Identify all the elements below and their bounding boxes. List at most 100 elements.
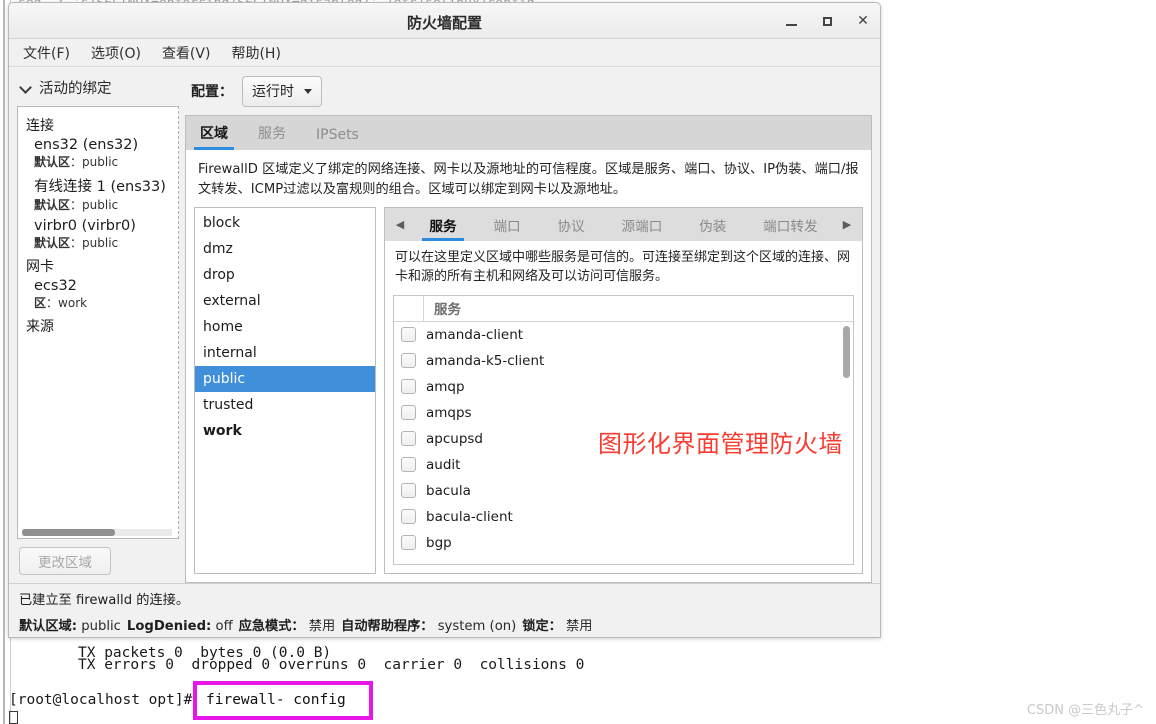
status-lockdown: 锁定： 禁用 <box>522 619 593 634</box>
zone-row-public[interactable]: public <box>195 366 375 393</box>
configuration-panel: 配置： 运行时 区域 服务 IPSets FirewallD 区域定义了绑定的网… <box>185 67 880 583</box>
connection-item[interactable]: 有线连接 1 (ens33) 默认区：public <box>34 175 174 213</box>
interface-zone-value: work <box>58 296 88 310</box>
maximize-icon[interactable] <box>818 12 836 30</box>
services-table-header: 服务 <box>394 295 853 322</box>
service-checkbox[interactable] <box>401 379 416 395</box>
inner-tab-masquerading[interactable]: 伪装 <box>696 215 729 241</box>
zone-row-home[interactable]: home <box>195 314 375 340</box>
group-label-connections: 连接 <box>26 118 54 134</box>
interface-name: ecs32 <box>34 278 77 294</box>
table-row[interactable]: amqps <box>394 400 853 426</box>
zone-panes: block dmz drop external home internal pu… <box>186 207 871 582</box>
connection-zone-label: 默认区 <box>34 236 71 250</box>
status-fields: 默认区域: public LogDenied: off 应急模式： 禁用 自动帮… <box>19 615 870 634</box>
watermark: CSDN @三色丸子^ <box>1026 703 1144 718</box>
status-panic-mode: 应急模式： 禁用 <box>238 619 336 634</box>
inner-tab-protocols[interactable]: 协议 <box>554 215 587 241</box>
tab-zones[interactable]: 区域 <box>194 123 234 150</box>
status-default-zone: 默认区域: public <box>19 619 121 634</box>
terminal-line-tx-errors: TX errors 0 dropped 0 overruns 0 carrier… <box>78 657 585 673</box>
connection-status: 已建立至 firewalld 的连接。 <box>19 593 190 608</box>
service-checkbox[interactable] <box>401 405 416 421</box>
terminal-left-border <box>3 0 5 724</box>
group-label-sources: 来源 <box>26 319 54 335</box>
zone-row-drop[interactable]: drop <box>195 262 375 288</box>
service-checkbox[interactable] <box>401 483 416 499</box>
inner-tab-source-ports[interactable]: 源端口 <box>619 215 666 241</box>
group-label-interfaces: 网卡 <box>26 259 54 275</box>
menu-view[interactable]: 查看(V) <box>160 41 213 65</box>
interface-zone-label: 区 <box>34 296 47 310</box>
table-row[interactable]: bacula-client <box>394 504 853 530</box>
service-checkbox[interactable] <box>401 327 416 343</box>
close-icon[interactable]: ✕ <box>854 12 872 30</box>
service-checkbox[interactable] <box>401 535 416 551</box>
inner-tab-services[interactable]: 服务 <box>422 215 464 242</box>
service-checkbox[interactable] <box>401 353 416 369</box>
connection-item[interactable]: virbr0 (virbr0) 默认区：public <box>34 218 174 251</box>
chevron-down-icon <box>21 82 32 93</box>
window-controls: ✕ <box>782 3 872 39</box>
zone-row-internal[interactable]: internal <box>195 340 375 366</box>
table-row[interactable]: bacula <box>394 478 853 504</box>
connection-name: 有线连接 1 (ens33) <box>34 179 166 195</box>
menu-help[interactable]: 帮助(H) <box>229 41 282 65</box>
service-name: apcupsd <box>426 430 483 447</box>
zone-row-block[interactable]: block <box>195 210 375 236</box>
active-bindings-panel: 活动的绑定 连接 ens32 (ens32) 默认区：public 有线连接 1… <box>9 67 185 583</box>
table-row[interactable]: amanda-k5-client <box>394 348 853 374</box>
status-bar: 已建立至 firewalld 的连接。 默认区域: public LogDeni… <box>9 583 880 637</box>
zone-row-trusted[interactable]: trusted <box>195 392 375 418</box>
zone-row-work[interactable]: work <box>195 418 375 444</box>
tab-scroll-right-icon[interactable]: ▶ <box>836 208 858 241</box>
connection-zone-value: public <box>82 236 119 250</box>
connection-name: ens32 (ens32) <box>34 137 139 153</box>
bindings-list[interactable]: 连接 ens32 (ens32) 默认区：public 有线连接 1 (ens3… <box>17 106 179 539</box>
interface-item[interactable]: ecs32 区：work <box>34 278 174 311</box>
menu-file[interactable]: 文件(F) <box>21 41 72 65</box>
service-checkbox[interactable] <box>401 509 416 525</box>
zone-row-dmz[interactable]: dmz <box>195 236 375 262</box>
change-zone-button[interactable]: 更改区域 <box>19 547 111 575</box>
service-checkbox[interactable] <box>401 457 416 473</box>
active-bindings-header[interactable]: 活动的绑定 <box>17 73 179 106</box>
minimize-icon[interactable] <box>782 12 800 30</box>
connection-zone-label: 默认区 <box>34 155 71 169</box>
chevron-down-icon <box>304 88 312 94</box>
tab-scroll-left-icon[interactable]: ◀ <box>389 208 411 241</box>
connection-item[interactable]: ens32 (ens32) 默认区：public <box>34 137 174 170</box>
configuration-select[interactable]: 运行时 <box>242 75 322 107</box>
interface-zone: 区：work <box>34 296 88 310</box>
connection-zone-value: public <box>82 198 119 212</box>
table-row[interactable]: bgp <box>394 530 853 556</box>
table-row[interactable]: amanda-client <box>394 322 853 348</box>
annotation-text: 图形化界面管理防火墙 <box>598 429 843 458</box>
window-body: 活动的绑定 连接 ens32 (ens32) 默认区：public 有线连接 1… <box>9 67 880 583</box>
connection-zone: 默认区：public <box>34 198 119 212</box>
inner-tab-port-forwarding[interactable]: 端口转发 <box>760 215 820 241</box>
firewall-config-window: 防火墙配置 ✕ 文件(F) 选项(O) 查看(V) 帮助(H) 活动的绑定 连接 <box>8 2 881 638</box>
zone-list[interactable]: block dmz drop external home internal pu… <box>194 207 376 574</box>
tab-ipsets[interactable]: IPSets <box>314 127 361 150</box>
zone-description: FirewallD 区域定义了绑定的网络连接、网卡以及源地址的可信程度。区域是服… <box>186 150 871 208</box>
table-row[interactable]: amqp <box>394 374 853 400</box>
service-name: amqp <box>426 378 465 395</box>
menu-options[interactable]: 选项(O) <box>89 41 143 65</box>
zone-row-external[interactable]: external <box>195 288 375 314</box>
service-checkbox[interactable] <box>401 431 416 447</box>
tab-services[interactable]: 服务 <box>256 123 288 150</box>
service-name: amanda-k5-client <box>426 352 545 369</box>
zone-detail-panel: ◀ 服务 端口 协议 源端口 伪装 端口转发 ▶ 可以在这里定义区域中哪些服务是… <box>384 207 863 574</box>
main-card: 区域 服务 IPSets FirewallD 区域定义了绑定的网络连接、网卡以及… <box>185 115 872 583</box>
services-table: 服务 amanda-client amanda-k5-client amqp a… <box>393 294 854 565</box>
services-vertical-scrollbar[interactable] <box>843 325 850 378</box>
inner-tab-bar: ◀ 服务 端口 协议 源端口 伪装 端口转发 ▶ <box>385 208 862 242</box>
inner-tab-ports[interactable]: 端口 <box>490 215 523 241</box>
bindings-horizontal-scrollbar[interactable] <box>22 529 172 536</box>
connection-name: virbr0 (virbr0) <box>34 218 136 234</box>
service-name: amqps <box>426 404 472 421</box>
service-name: bacula-client <box>426 508 513 525</box>
connection-zone: 默认区：public <box>34 155 119 169</box>
inner-tabs: 服务 端口 协议 源端口 伪装 端口转发 <box>411 208 836 242</box>
